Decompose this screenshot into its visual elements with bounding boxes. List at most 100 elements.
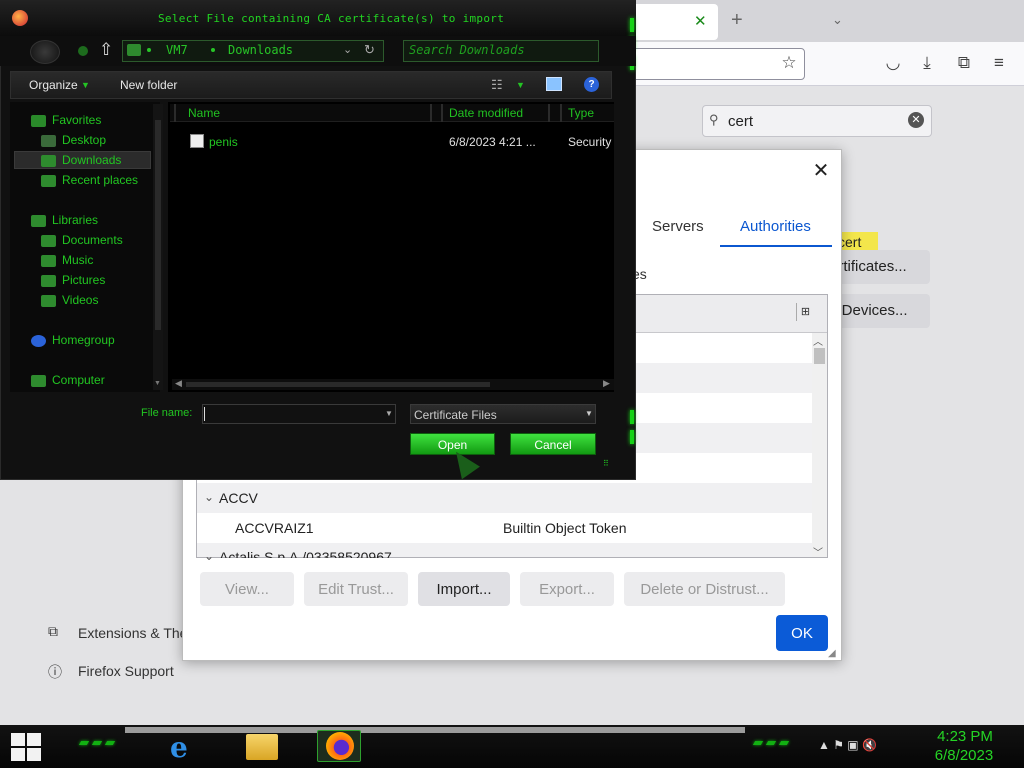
chevron-down-icon[interactable]: ▼ xyxy=(385,409,393,418)
triangle-down-icon[interactable]: ▼ xyxy=(516,80,525,90)
recent-places-icon xyxy=(41,175,56,187)
tab-close-icon[interactable]: ✕ xyxy=(694,12,707,30)
extensions-themes-link[interactable]: Extensions & The xyxy=(78,625,187,641)
up-arrow-icon[interactable]: ⇧ xyxy=(99,40,113,60)
scroll-left-icon[interactable]: ◀ xyxy=(175,378,182,389)
resize-grip-icon[interactable]: ◢ xyxy=(828,648,836,659)
scroll-up-icon[interactable]: ︿ xyxy=(813,333,823,348)
certificate-file-icon[interactable] xyxy=(190,134,204,148)
pictures-icon xyxy=(41,275,56,287)
chevron-down-icon[interactable]: ⌄ xyxy=(204,490,214,504)
close-icon[interactable]: ✕ xyxy=(810,160,832,182)
folder-icon xyxy=(127,44,141,56)
cert-device: Builtin Object Token xyxy=(503,520,627,536)
column-picker-icon[interactable]: ⊞ xyxy=(796,303,814,321)
column-separator[interactable] xyxy=(174,104,176,122)
puzzle-icon: ⧉ xyxy=(48,623,58,639)
scroll-down-icon[interactable]: ▼ xyxy=(154,380,161,387)
resize-grip-icon[interactable]: ⠿ xyxy=(603,459,609,468)
new-folder-button[interactable]: New folder xyxy=(120,78,177,92)
column-separator[interactable] xyxy=(441,104,443,122)
tab-servers[interactable]: Servers xyxy=(652,218,704,235)
nav-videos[interactable]: Videos xyxy=(62,293,98,311)
settings-search-value[interactable]: cert xyxy=(728,113,753,130)
glow-decoration xyxy=(630,410,634,424)
active-tab-indicator xyxy=(720,245,832,247)
column-separator[interactable] xyxy=(548,104,550,122)
nav-computer[interactable]: Computer xyxy=(52,373,105,391)
view-options-icon[interactable]: ☷ xyxy=(491,77,503,93)
column-name[interactable]: Name xyxy=(188,106,220,120)
pocket-icon[interactable]: ◡ xyxy=(882,52,904,74)
group-label[interactable]: ACCV xyxy=(219,490,258,506)
column-separator[interactable] xyxy=(430,104,432,122)
search-placeholder[interactable]: Search Downloads xyxy=(409,43,525,57)
firefox-icon xyxy=(326,732,354,760)
scroll-down-icon[interactable]: ﹀ xyxy=(813,544,823,559)
triangle-down-icon[interactable]: ▼ xyxy=(81,80,90,90)
file-date[interactable]: 6/8/2023 4:21 ... xyxy=(449,135,536,149)
desktop-icon xyxy=(41,135,56,147)
delete-distrust-button[interactable]: Delete or Distrust... xyxy=(624,572,785,606)
start-button[interactable] xyxy=(11,733,42,762)
view-certificates-button[interactable]: ertificates... xyxy=(828,250,930,284)
scrollbar-thumb[interactable] xyxy=(155,120,161,330)
tab-authorities[interactable]: Authorities xyxy=(740,218,811,235)
organize-button[interactable]: Organize xyxy=(29,78,78,92)
export-button[interactable]: Export... xyxy=(520,572,614,606)
nav-libraries[interactable]: Libraries xyxy=(52,213,98,231)
nav-downloads[interactable]: Downloads xyxy=(62,153,121,171)
column-separator[interactable] xyxy=(560,104,562,122)
chevron-down-icon[interactable]: ▼ xyxy=(585,409,593,418)
help-icon[interactable]: ? xyxy=(584,77,599,92)
refresh-icon[interactable]: ↻ xyxy=(364,42,375,58)
glow-decoration xyxy=(630,18,634,32)
nav-documents[interactable]: Documents xyxy=(62,233,123,251)
file-type-select[interactable]: Certificate Files xyxy=(410,404,596,424)
security-devices-button[interactable]: y Devices... xyxy=(828,294,930,328)
nav-recent-places[interactable]: Recent places xyxy=(62,173,138,191)
open-button[interactable]: Open xyxy=(410,433,495,455)
chevron-down-icon[interactable]: ⌄ xyxy=(204,549,214,563)
edit-trust-button[interactable]: Edit Trust... xyxy=(304,572,408,606)
new-tab-icon[interactable]: + xyxy=(731,9,743,32)
list-tabs-icon[interactable]: ⌄ xyxy=(832,12,843,28)
tree-scrollbar[interactable] xyxy=(812,333,827,557)
scroll-right-icon[interactable]: ▶ xyxy=(603,378,610,389)
menu-icon[interactable]: ≡ xyxy=(988,52,1010,74)
bookmark-star-icon[interactable]: ☆ xyxy=(778,52,800,74)
scrollbar-thumb[interactable] xyxy=(186,382,490,387)
clock-date[interactable]: 6/8/2023 xyxy=(932,747,996,764)
downloads-icon[interactable]: ⤓ xyxy=(916,52,938,74)
breadcrumb-downloads[interactable]: Downloads xyxy=(228,43,293,57)
view-button[interactable]: View... xyxy=(200,572,294,606)
back-icon[interactable] xyxy=(30,40,60,64)
cancel-button[interactable]: Cancel xyxy=(510,433,596,455)
preview-pane-icon[interactable] xyxy=(546,77,562,91)
file-name-input[interactable] xyxy=(202,404,396,424)
file-type[interactable]: Security xyxy=(568,135,614,149)
column-type[interactable]: Type xyxy=(568,106,594,120)
column-date-modified[interactable]: Date modified xyxy=(449,106,523,120)
nav-desktop[interactable]: Desktop xyxy=(62,133,106,151)
scrollbar-thumb[interactable] xyxy=(814,348,825,364)
firefox-icon xyxy=(12,10,28,26)
firefox-support-link[interactable]: Firefox Support xyxy=(78,663,174,679)
nav-homegroup[interactable]: Homegroup xyxy=(52,333,115,351)
chevron-down-icon[interactable]: ⌄ xyxy=(343,43,352,56)
nav-music[interactable]: Music xyxy=(62,253,93,271)
breadcrumb-vm7[interactable]: VM7 xyxy=(166,43,188,57)
nav-favorites[interactable]: Favorites xyxy=(52,113,101,131)
clock-time[interactable]: 4:23 PM xyxy=(934,728,996,745)
import-button[interactable]: Import... xyxy=(418,572,510,606)
extensions-icon[interactable]: ⧉ xyxy=(953,52,975,74)
tree-row[interactable] xyxy=(197,483,813,513)
system-tray-icons[interactable]: ▲ ⚑ ▣ 🔇 xyxy=(818,738,877,752)
ok-button[interactable]: OK xyxy=(776,615,828,651)
nav-pictures[interactable]: Pictures xyxy=(62,273,105,291)
clear-search-icon[interactable]: ✕ xyxy=(908,112,924,128)
cert-name[interactable]: ACCVRAIZ1 xyxy=(235,520,314,536)
forward-icon[interactable] xyxy=(78,46,88,56)
group-label[interactable]: Actalis S.p.A./03358520967 xyxy=(219,549,392,558)
file-name[interactable]: penis xyxy=(209,135,238,149)
